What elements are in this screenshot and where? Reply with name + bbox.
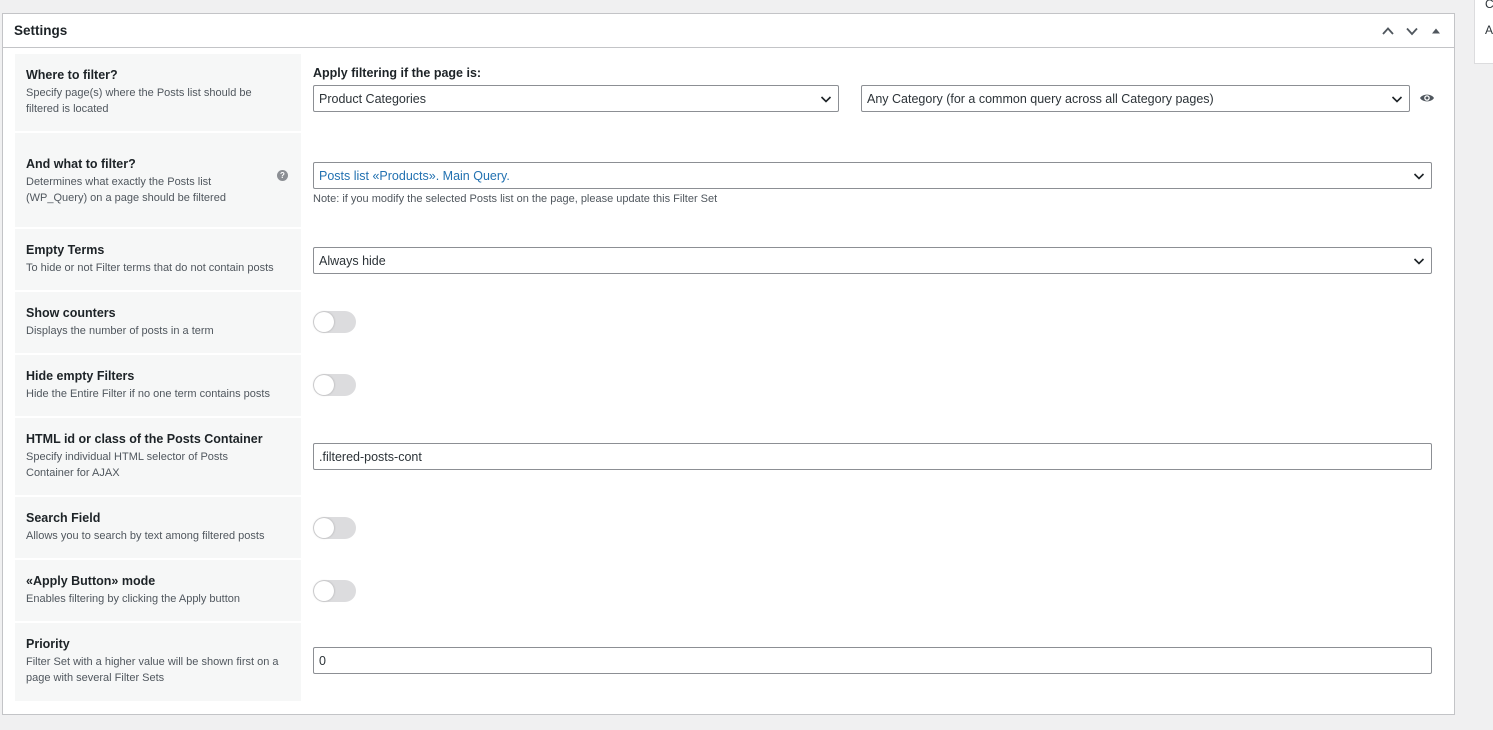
row-field: 0	[301, 623, 1443, 701]
row-description: To hide or not Filter terms that do not …	[26, 262, 274, 274]
row-where-to-filter: Where to filter? Specify page(s) where t…	[15, 54, 1443, 131]
category-value: Any Category (for a common query across …	[867, 91, 1214, 106]
chevron-down-icon	[1413, 173, 1425, 180]
row-field	[301, 560, 1443, 621]
posts-list-value: Posts list «Products». Main Query.	[319, 168, 510, 183]
row-label: Priority Filter Set with a higher value …	[15, 623, 301, 701]
row-title: Where to filter?	[26, 68, 118, 82]
row-label: «Apply Button» mode Enables filtering by…	[15, 560, 301, 621]
row-priority: Priority Filter Set with a higher value …	[15, 623, 1443, 701]
posts-list-note: Note: if you modify the selected Posts l…	[313, 193, 718, 205]
row-hide-empty-filters: Hide empty Filters Hide the Entire Filte…	[15, 355, 1443, 416]
chevron-up-icon[interactable]	[1380, 22, 1396, 40]
metabox-title: Settings	[14, 23, 68, 38]
row-label-text: And what to filter? Determines what exac…	[26, 156, 266, 206]
chevron-down-icon	[1391, 96, 1403, 103]
row-title: And what to filter?	[26, 157, 136, 171]
chevron-down-icon[interactable]	[1404, 22, 1420, 40]
eye-icon[interactable]	[1419, 90, 1435, 106]
row-title: Priority	[26, 637, 70, 651]
search-field-toggle[interactable]	[313, 517, 356, 539]
settings-table: Where to filter? Specify page(s) where t…	[15, 54, 1443, 701]
side-panel-stub: C A	[1474, 0, 1493, 64]
side-panel-text-2: A	[1485, 23, 1493, 37]
side-panel-text-1: C	[1485, 0, 1493, 11]
page-type-select[interactable]: Product Categories	[313, 85, 839, 112]
posts-container-input[interactable]: .filtered-posts-cont	[313, 443, 1432, 470]
row-label: And what to filter? Determines what exac…	[15, 133, 301, 227]
row-description: Allows you to search by text among filte…	[26, 530, 265, 542]
apply-button-mode-toggle[interactable]	[313, 580, 356, 602]
row-label: HTML id or class of the Posts Container …	[15, 418, 301, 495]
row-description: Specify page(s) where the Posts list sho…	[26, 87, 252, 115]
row-title: Search Field	[26, 511, 101, 525]
row-empty-terms: Empty Terms To hide or not Filter terms …	[15, 229, 1443, 290]
chevron-down-icon	[1413, 258, 1425, 265]
row-label: Search Field Allows you to search by tex…	[15, 497, 301, 558]
row-field	[301, 292, 1443, 353]
toggle-knob	[314, 375, 334, 395]
row-title: Empty Terms	[26, 243, 105, 257]
posts-list-select[interactable]: Posts list «Products». Main Query.	[313, 162, 1432, 189]
row-field	[301, 497, 1443, 558]
row-title: «Apply Button» mode	[26, 574, 156, 588]
row-title: HTML id or class of the Posts Container	[26, 432, 263, 446]
row-apply-button-mode: «Apply Button» mode Enables filtering by…	[15, 560, 1443, 621]
row-field: .filtered-posts-cont	[301, 418, 1443, 495]
row-title: Hide empty Filters	[26, 369, 135, 383]
row-field: Posts list «Products». Main Query. Note:…	[301, 133, 1443, 227]
row-field: Apply filtering if the page is: Product …	[301, 54, 1443, 131]
category-select[interactable]: Any Category (for a common query across …	[861, 85, 1410, 112]
question-icon[interactable]: ?	[277, 170, 288, 181]
row-field	[301, 355, 1443, 416]
page-type-value: Product Categories	[319, 91, 427, 106]
row-description: Specify individual HTML selector of Post…	[26, 451, 228, 479]
row-label: Empty Terms To hide or not Filter terms …	[15, 229, 301, 290]
empty-terms-value: Always hide	[319, 253, 386, 268]
row-description: Determines what exactly the Posts list (…	[26, 176, 226, 204]
metabox-handle-actions	[1380, 22, 1444, 40]
triangle-up-icon[interactable]	[1428, 22, 1444, 40]
hide-empty-filters-toggle[interactable]	[313, 374, 356, 396]
apply-filtering-caption: Apply filtering if the page is:	[313, 66, 482, 80]
show-counters-toggle[interactable]	[313, 311, 356, 333]
metabox-header: Settings	[3, 14, 1454, 48]
settings-metabox: Settings Where to filter? Specify page(s…	[2, 13, 1455, 715]
toggle-knob	[314, 581, 334, 601]
row-description: Enables filtering by clicking the Apply …	[26, 593, 241, 605]
row-description: Hide the Entire Filter if no one term co…	[26, 388, 270, 400]
row-title: Show counters	[26, 306, 116, 320]
priority-input[interactable]: 0	[313, 647, 1432, 674]
row-label-inline: And what to filter? Determines what exac…	[26, 156, 289, 206]
row-posts-container: HTML id or class of the Posts Container …	[15, 418, 1443, 495]
row-description: Filter Set with a higher value will be s…	[26, 656, 279, 684]
row-label: Where to filter? Specify page(s) where t…	[15, 54, 301, 131]
chevron-down-icon	[820, 96, 832, 103]
toggle-knob	[314, 312, 334, 332]
row-description: Displays the number of posts in a term	[26, 325, 214, 337]
toggle-knob	[314, 518, 334, 538]
row-what-to-filter: And what to filter? Determines what exac…	[15, 133, 1443, 227]
row-search-field: Search Field Allows you to search by tex…	[15, 497, 1443, 558]
row-label: Hide empty Filters Hide the Entire Filte…	[15, 355, 301, 416]
row-field: Always hide	[301, 229, 1443, 290]
row-label: Show counters Displays the number of pos…	[15, 292, 301, 353]
empty-terms-select[interactable]: Always hide	[313, 247, 1432, 274]
row-show-counters: Show counters Displays the number of pos…	[15, 292, 1443, 353]
